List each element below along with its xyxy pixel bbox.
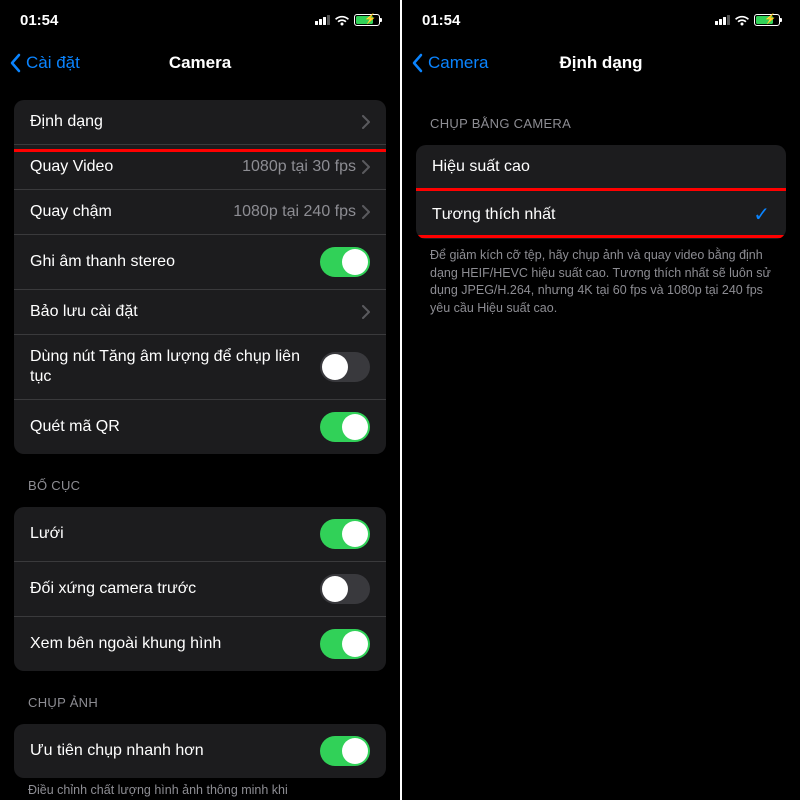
row-label: Đối xứng camera trước [30, 579, 320, 599]
row-record-video[interactable]: Quay Video 1080p tại 30 fps [14, 144, 386, 189]
battery-icon: ⚡ [354, 14, 380, 26]
chevron-left-icon [412, 53, 424, 73]
nav-bar: Cài đặt Camera [0, 40, 400, 86]
settings-content: Định dạng Quay Video 1080p tại 30 fps Qu… [0, 86, 400, 800]
row-label: Quay Video [30, 157, 242, 177]
footer-text-cut: Điều chỉnh chất lượng hình ảnh thông min… [0, 778, 400, 800]
row-grid[interactable]: Lưới [14, 507, 386, 561]
chevron-right-icon [362, 160, 370, 174]
row-value: 1080p tại 240 fps [233, 203, 356, 221]
row-label: Dùng nút Tăng âm lượng để chụp liên tục [30, 347, 320, 387]
footer-description: Để giảm kích cỡ tệp, hãy chụp ảnh và qua… [402, 239, 800, 317]
row-high-efficiency[interactable]: Hiệu suất cao [416, 145, 786, 189]
chevron-right-icon [362, 305, 370, 319]
toggle-grid[interactable] [320, 519, 370, 549]
row-label: Ghi âm thanh stereo [30, 252, 320, 272]
toggle-volume-burst[interactable] [320, 352, 370, 382]
chevron-right-icon [362, 205, 370, 219]
cellular-signal-icon [315, 15, 330, 25]
row-label: Quét mã QR [30, 417, 320, 437]
checkmark-icon: ✓ [753, 202, 770, 227]
toggle-prioritize-faster[interactable] [320, 736, 370, 766]
wifi-icon [734, 14, 750, 26]
row-qr[interactable]: Quét mã QR [14, 399, 386, 454]
cellular-signal-icon [715, 15, 730, 25]
section-header-composition: BỐ CỤC [0, 454, 400, 499]
row-label: Ưu tiên chụp nhanh hơn [30, 741, 320, 761]
toggle-outside-frame[interactable] [320, 629, 370, 659]
row-label: Xem bên ngoài khung hình [30, 634, 320, 654]
back-button[interactable]: Cài đặt [10, 53, 80, 73]
row-volume-burst[interactable]: Dùng nút Tăng âm lượng để chụp liên tục [14, 334, 386, 399]
row-label: Quay chậm [30, 202, 233, 222]
nav-bar: Camera Định dạng [402, 40, 800, 86]
status-time: 01:54 [20, 12, 58, 29]
section-header-camera-capture: CHỤP BẰNG CAMERA [402, 86, 800, 137]
status-icons: ⚡ [715, 14, 780, 26]
status-icons: ⚡ [315, 14, 380, 26]
row-slow-mo[interactable]: Quay chậm 1080p tại 240 fps [14, 189, 386, 234]
wifi-icon [334, 14, 350, 26]
phone-screenshot-left: 01:54 ⚡ Cài đặt Camera Định dạng Quay Vi… [0, 0, 400, 800]
row-label: Lưới [30, 524, 320, 544]
chevron-left-icon [10, 53, 22, 73]
row-mirror-front[interactable]: Đối xứng camera trước [14, 561, 386, 616]
back-label: Cài đặt [26, 53, 80, 73]
row-preserve-settings[interactable]: Bảo lưu cài đặt [14, 289, 386, 334]
row-label: Tương thích nhất [432, 205, 753, 225]
back-button[interactable]: Camera [412, 53, 488, 73]
row-label: Bảo lưu cài đặt [30, 302, 362, 322]
section-header-capture: CHỤP ẢNH [0, 671, 400, 716]
row-value: 1080p tại 30 fps [242, 158, 356, 176]
row-stereo[interactable]: Ghi âm thanh stereo [14, 234, 386, 289]
status-time: 01:54 [422, 12, 460, 29]
row-format[interactable]: Định dạng [14, 100, 386, 144]
status-bar: 01:54 ⚡ [402, 0, 800, 40]
row-label: Định dạng [30, 112, 362, 132]
row-prioritize-faster[interactable]: Ưu tiên chụp nhanh hơn [14, 724, 386, 778]
row-most-compatible[interactable]: Tương thích nhất ✓ [416, 189, 786, 239]
row-outside-frame[interactable]: Xem bên ngoài khung hình [14, 616, 386, 671]
settings-content: CHỤP BẰNG CAMERA Hiệu suất cao Tương thí… [402, 86, 800, 800]
battery-icon: ⚡ [754, 14, 780, 26]
toggle-stereo[interactable] [320, 247, 370, 277]
back-label: Camera [428, 53, 488, 73]
status-bar: 01:54 ⚡ [0, 0, 400, 40]
toggle-mirror-front[interactable] [320, 574, 370, 604]
toggle-qr[interactable] [320, 412, 370, 442]
row-label: Hiệu suất cao [432, 157, 770, 177]
chevron-right-icon [362, 115, 370, 129]
phone-screenshot-right: 01:54 ⚡ Camera Định dạng CHỤP BẰNG CAMER… [400, 0, 800, 800]
